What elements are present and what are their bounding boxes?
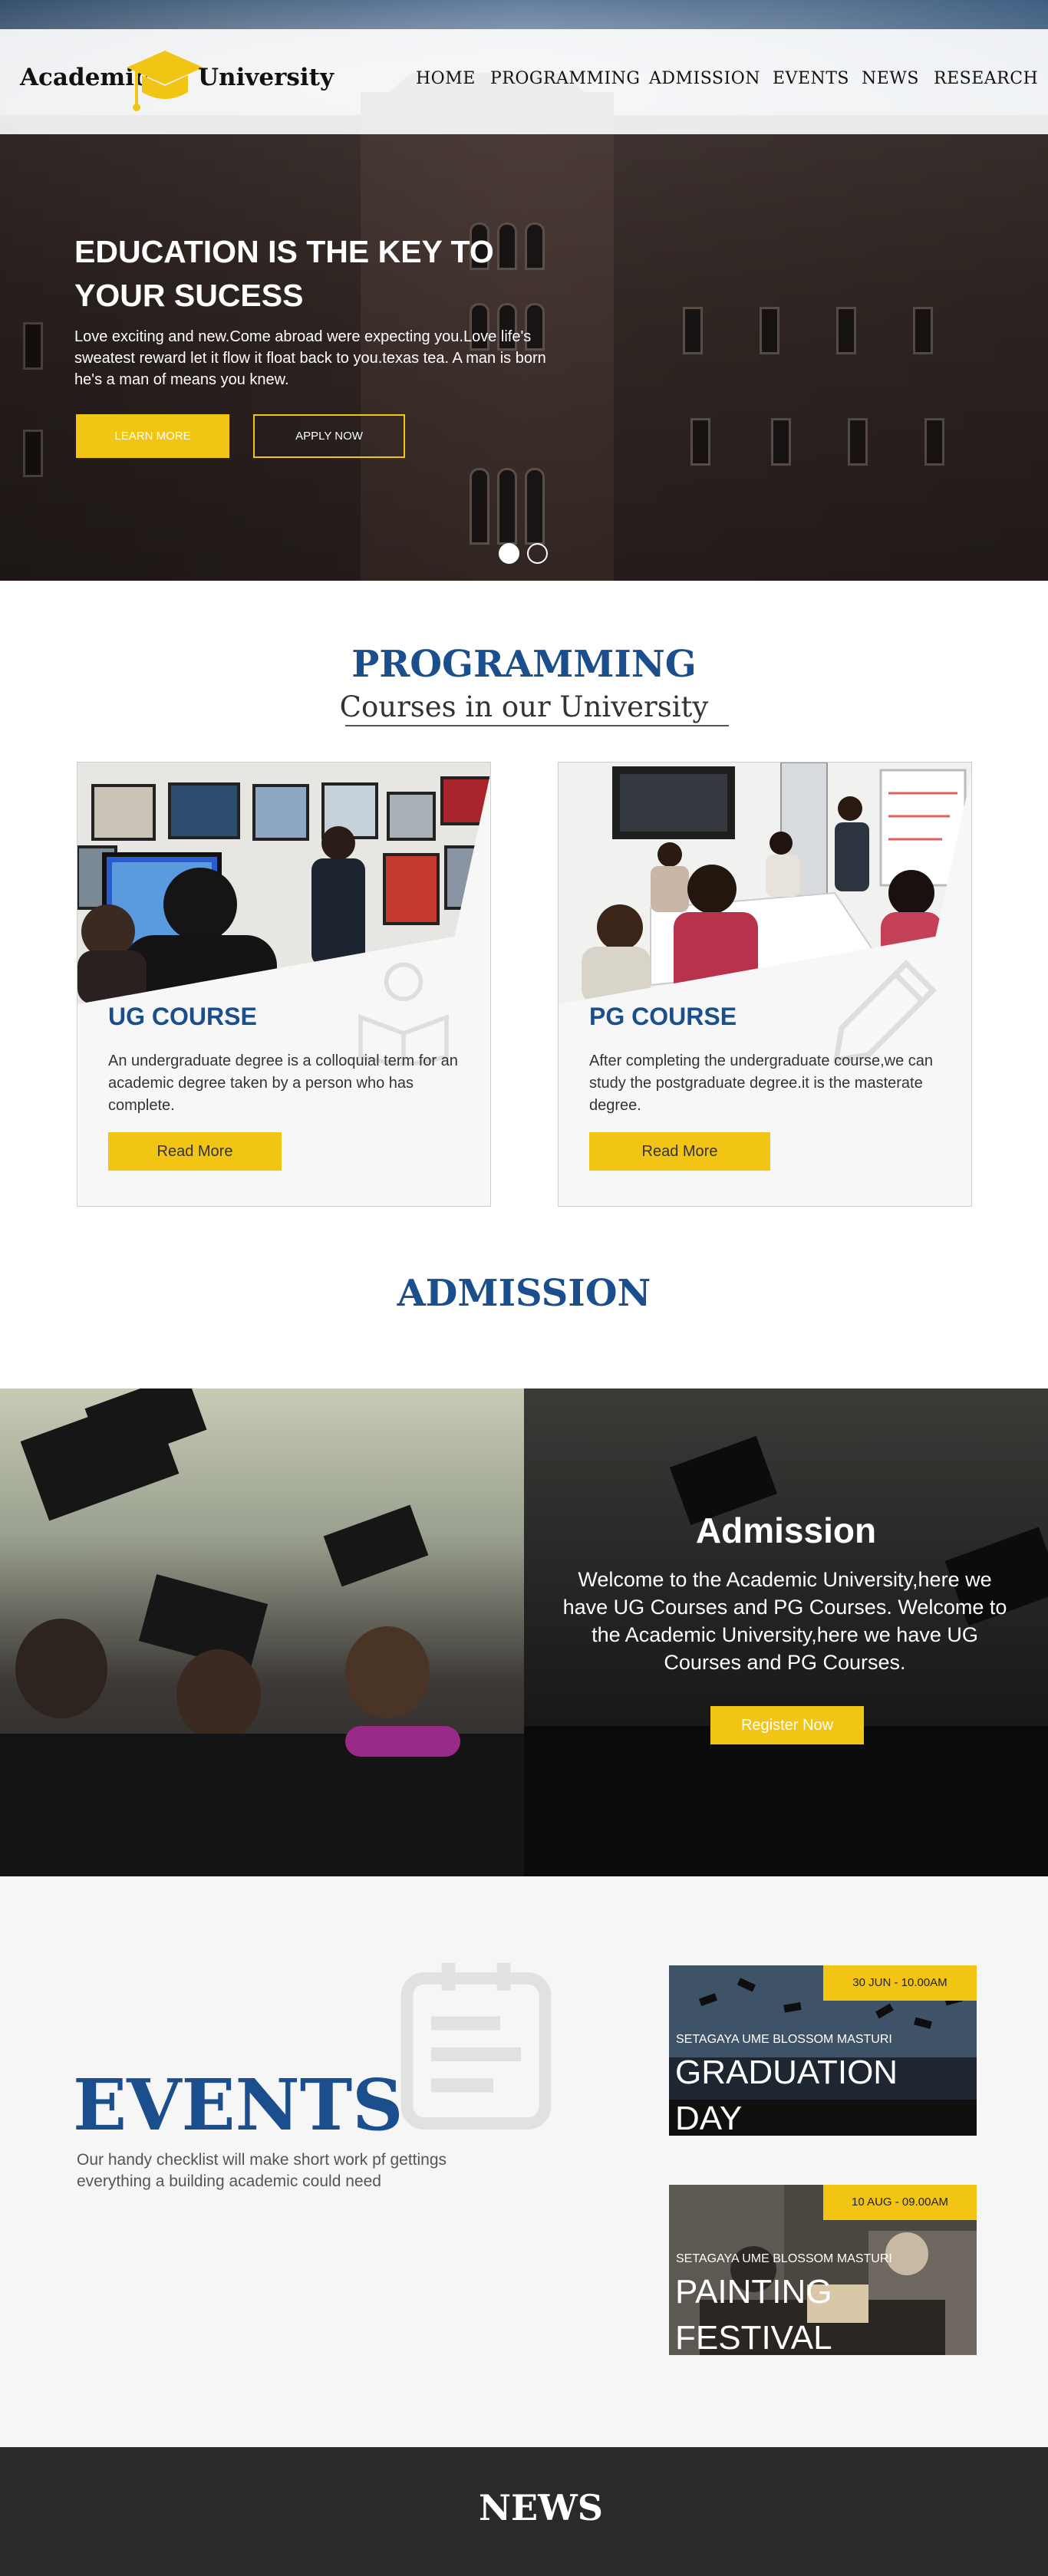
event-date-badge: 10 AUG - 09.00AM (823, 2185, 977, 2220)
ug-course-text: An undergraduate degree is a colloquial … (108, 1052, 458, 1114)
event-organizer: SETAGAYA UME BLOSSOM MASTURI (676, 2252, 892, 2265)
ug-read-more-button[interactable]: Read More (108, 1132, 282, 1171)
nav-programming[interactable]: PROGRAMMING (490, 69, 641, 88)
nav-research[interactable]: RESEARCH (934, 69, 1038, 88)
programming-divider (345, 725, 729, 726)
nav-events[interactable]: EVENTS (773, 69, 849, 88)
pencil-icon (832, 960, 937, 1064)
hero-title: EDUCATION IS THE KEY TO YOUR SUCESS (74, 234, 494, 313)
event-name: GRADUATION DAY (675, 2054, 898, 2136)
admission-photo (0, 1388, 524, 1876)
learn-more-button[interactable]: LEARN MORE (76, 414, 229, 458)
event-name: PAINTING FESTIVAL (675, 2273, 832, 2355)
event-date-badge: 30 JUN - 10.00AM (823, 1965, 977, 2001)
events-title: EVENTS (73, 2064, 404, 2146)
graduate-head (176, 1649, 261, 1741)
carousel-dot-1[interactable] (499, 543, 519, 564)
admission-title: ADMISSION (397, 1272, 651, 1315)
pg-course-text: After completing the undergraduate cours… (589, 1052, 934, 1114)
carousel-dot-2[interactable] (527, 543, 548, 564)
admission-box-text: Welcome to the Academic University,here … (562, 1568, 1007, 1674)
register-now-button[interactable]: Register Now (710, 1706, 864, 1744)
lei-garland (345, 1726, 460, 1757)
pg-course-card: PG COURSE After completing the undergrad… (558, 762, 972, 1207)
graduate-head (15, 1619, 107, 1718)
nav-home[interactable]: HOME (416, 69, 476, 88)
clipboard-icon (400, 1962, 552, 2130)
ug-course-title: UG COURSE (108, 1003, 257, 1030)
programming-subtitle: Courses in our University (339, 690, 709, 723)
admission-box-title: Admission (695, 1510, 877, 1550)
pg-read-more-button[interactable]: Read More (589, 1132, 770, 1171)
hero-subtitle: Love exciting and new.Come abroad were e… (74, 328, 546, 388)
nav-admission[interactable]: ADMISSION (649, 69, 760, 88)
apply-now-button[interactable]: APPLY NOW (253, 414, 405, 458)
mortarboard-shape (323, 1504, 429, 1587)
student-reading-icon (358, 962, 449, 1066)
event-card-graduation[interactable]: 30 JUN - 10.00AM SETAGAYA UME BLOSSOM MA… (669, 1965, 977, 2136)
ug-course-card: UG COURSE An undergraduate degree is a c… (77, 762, 491, 1207)
graduate-head (345, 1626, 430, 1718)
events-subtitle: Our handy checklist will make short work… (77, 2151, 447, 2190)
event-card-painting[interactable]: 10 AUG - 09.00AM SETAGAYA UME BLOSSOM MA… (669, 2185, 977, 2355)
pg-course-title: PG COURSE (589, 1003, 737, 1030)
event-organizer: SETAGAYA UME BLOSSOM MASTURI (676, 2033, 892, 2046)
graduation-cap-icon[interactable] (123, 44, 207, 114)
logo-text-university[interactable]: University (198, 64, 334, 91)
nav-news[interactable]: NEWS (862, 69, 919, 88)
gowns (524, 1726, 1048, 1876)
news-title: NEWS (479, 2487, 603, 2528)
programming-title: PROGRAMMING (351, 643, 697, 686)
